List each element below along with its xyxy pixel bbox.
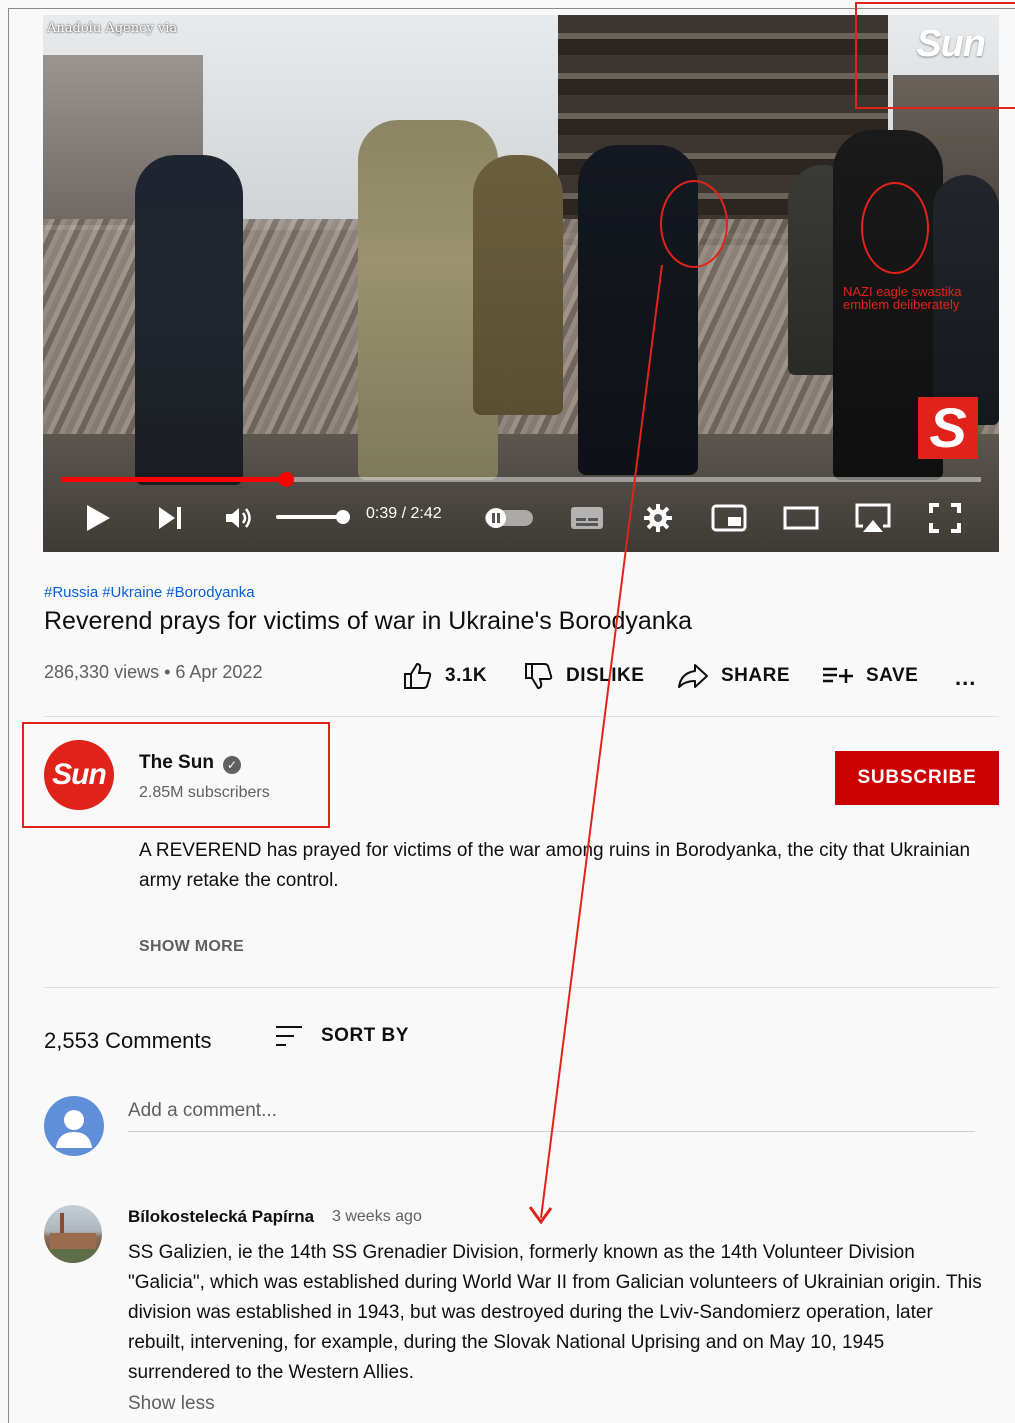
hashtags: #Russia #Ukraine #Borodyanka xyxy=(44,584,259,601)
volume-knob[interactable] xyxy=(335,510,350,524)
annotation-box-logo xyxy=(855,2,1015,109)
annotation-box-channel xyxy=(22,722,330,828)
subscribe-button[interactable]: SUBSCRIBE xyxy=(835,751,999,805)
user-avatar xyxy=(44,1096,104,1156)
settings-button[interactable] xyxy=(640,501,676,535)
video-source-credit: Anadolu Agency via xyxy=(47,21,178,36)
hashtag-link[interactable]: #Russia xyxy=(44,584,98,601)
share-button[interactable]: SHARE xyxy=(677,662,790,690)
thumbs-up-icon xyxy=(404,662,432,689)
person-icon xyxy=(56,1110,92,1148)
theater-button[interactable] xyxy=(781,501,821,535)
share-label: SHARE xyxy=(721,665,791,686)
airplay-icon xyxy=(855,503,891,532)
comment-time[interactable]: 3 weeks ago xyxy=(332,1208,422,1226)
share-icon xyxy=(678,664,708,688)
play-icon xyxy=(87,505,110,531)
progress-bar[interactable] xyxy=(61,472,981,487)
add-comment-underline xyxy=(128,1131,975,1132)
divider-top xyxy=(44,716,999,717)
fullscreen-button[interactable] xyxy=(925,501,965,535)
dislike-button[interactable]: DISLIKE xyxy=(524,662,644,690)
hashtag-link[interactable]: #Borodyanka xyxy=(166,584,254,601)
gear-icon xyxy=(644,504,672,532)
subtitles-icon xyxy=(571,507,603,529)
save-label: SAVE xyxy=(866,665,919,686)
theater-icon xyxy=(783,506,819,530)
annotation-circle-emblem xyxy=(861,182,929,274)
show-less-button[interactable]: Show less xyxy=(128,1393,215,1415)
next-icon xyxy=(159,507,181,529)
divider-comments xyxy=(44,987,999,988)
commenter-avatar[interactable] xyxy=(44,1205,102,1263)
autoplay-toggle[interactable] xyxy=(483,501,535,535)
video-description: A REVEREND has prayed for victims of the… xyxy=(139,840,971,891)
volume-icon xyxy=(226,508,251,528)
time-display: 0:39 / 2:42 xyxy=(366,505,442,522)
thumbs-down-icon xyxy=(525,663,553,690)
volume-button[interactable] xyxy=(221,501,257,535)
fullscreen-icon xyxy=(929,503,961,533)
comment-text: SS Galizien, ie the 14th SS Grenadier Di… xyxy=(128,1242,982,1383)
show-more-button[interactable]: SHOW MORE xyxy=(139,938,244,956)
comments-count: 2,553 Comments xyxy=(44,1028,212,1053)
video-title: Reverend prays for victims of war in Ukr… xyxy=(44,607,693,635)
play-button[interactable] xyxy=(81,501,115,535)
like-button[interactable]: 3.1K xyxy=(403,662,487,690)
comment-author[interactable]: Bílokostelecká Papírna xyxy=(128,1207,314,1227)
subtitles-button[interactable] xyxy=(567,501,607,535)
save-button[interactable]: SAVE xyxy=(822,662,918,690)
progress-fill xyxy=(61,477,287,482)
miniplayer-icon xyxy=(711,504,747,532)
dislike-label: DISLIKE xyxy=(566,665,645,686)
person-1 xyxy=(135,155,243,485)
add-comment-input[interactable]: Add a comment... xyxy=(128,1100,277,1122)
annotation-circle-badge xyxy=(660,180,728,268)
next-button[interactable] xyxy=(153,501,187,535)
views-date: 286,330 views • 6 Apr 2022 xyxy=(44,662,263,682)
like-count: 3.1K xyxy=(445,665,488,686)
person-3 xyxy=(473,155,563,415)
save-playlist-icon xyxy=(823,667,853,683)
airplay-button[interactable] xyxy=(851,501,895,535)
sort-by-button[interactable]: SORT BY xyxy=(275,1024,409,1048)
annotation-text: NAZI eagle swastika emblem deliberately xyxy=(843,284,962,312)
sort-label: SORT BY xyxy=(321,1025,409,1046)
hashtag-link[interactable]: #Ukraine xyxy=(102,584,162,601)
s-badge: S xyxy=(918,397,978,459)
factory-image xyxy=(44,1213,102,1263)
miniplayer-button[interactable] xyxy=(709,501,749,535)
sort-icon xyxy=(276,1026,302,1046)
more-actions-button[interactable]: ... xyxy=(955,665,976,691)
autoplay-icon xyxy=(485,508,533,528)
